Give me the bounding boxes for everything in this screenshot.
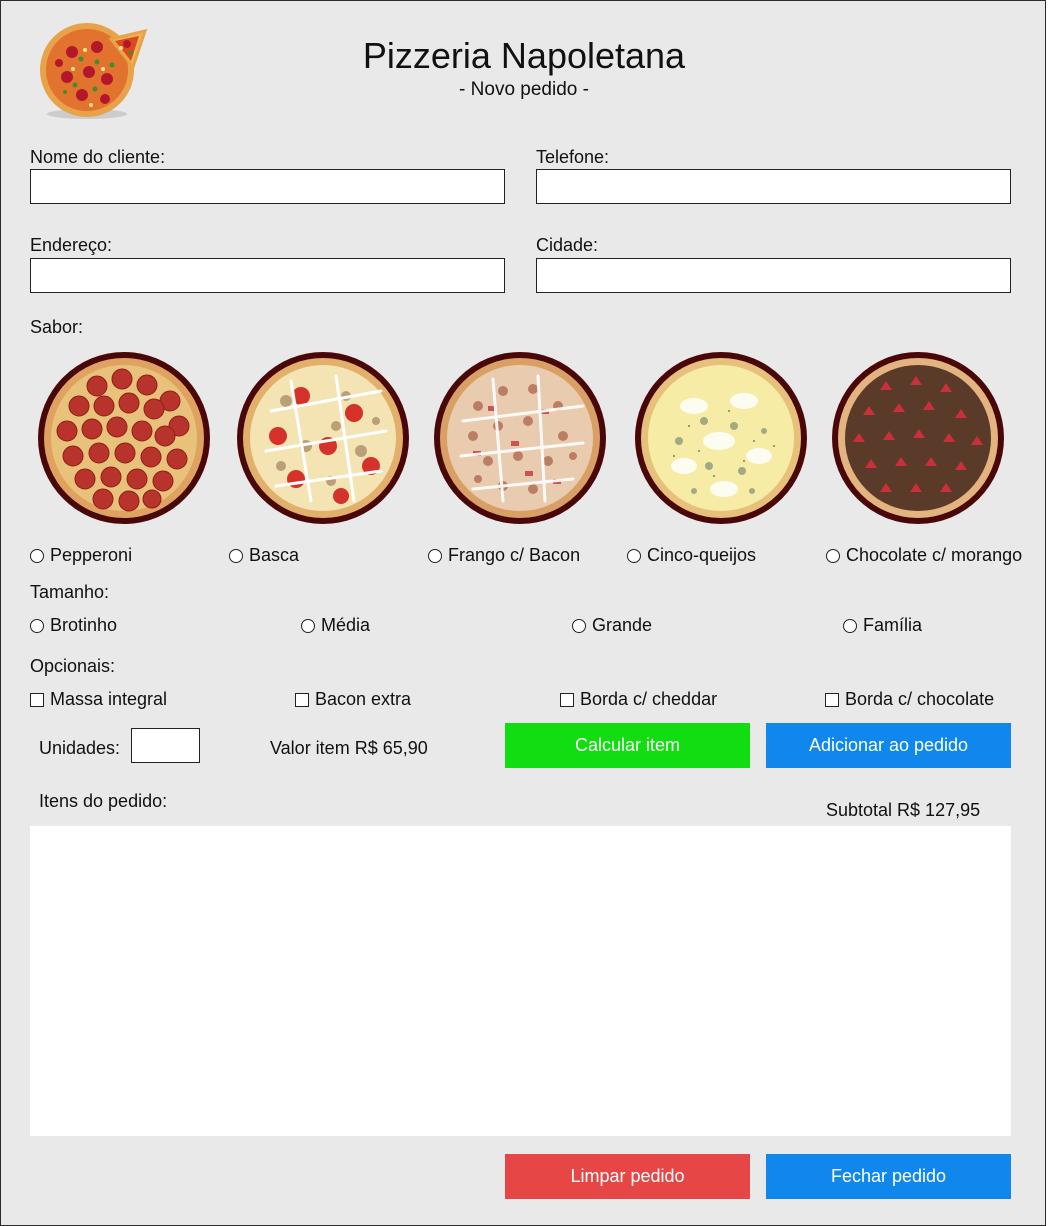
limpar-pedido-button[interactable]: Limpar pedido <box>505 1154 750 1199</box>
pepperoni-pizza-image[interactable] <box>37 351 211 525</box>
radio-circle[interactable] <box>843 618 857 633</box>
radio-label: Chocolate c/ morango <box>846 545 1023 565</box>
cidade-field[interactable] <box>536 258 1011 293</box>
checkbox-massa-integral[interactable]: Massa integral <box>30 689 167 710</box>
radio-sabor-frango-bacon[interactable]: Frango c/ Bacon <box>428 545 580 566</box>
checkbox-borda-cheddar[interactable]: Borda c/ cheddar <box>560 689 717 710</box>
valor-item-text: Valor item R$ 65,90 <box>270 738 428 758</box>
checkbox-label: Borda c/ chocolate <box>845 689 995 709</box>
radio-label: Família <box>863 615 923 635</box>
checkbox-box[interactable] <box>825 692 839 707</box>
calcular-item-button[interactable]: Calcular item <box>505 723 750 768</box>
adicionar-pedido-button[interactable]: Adicionar ao pedido <box>766 723 1011 768</box>
telefone-input[interactable] <box>537 170 1010 203</box>
nome-input[interactable] <box>31 170 504 203</box>
itens-pedido-list[interactable] <box>30 826 1011 1136</box>
page-title: Pizzeria Napoletana <box>362 35 686 76</box>
radio-circle[interactable] <box>301 618 315 633</box>
checkbox-label: Bacon extra <box>315 689 412 709</box>
radio-tamanho-familia[interactable]: Família <box>843 615 922 636</box>
itens-pedido-label: Itens do pedido: <box>39 791 168 811</box>
checkbox-label: Borda c/ cheddar <box>580 689 718 709</box>
radio-circle[interactable] <box>229 548 243 563</box>
nome-label: Nome do cliente: <box>30 147 166 167</box>
radio-label: Frango c/ Bacon <box>448 545 581 565</box>
cinco-queijos-pizza-image[interactable] <box>634 351 808 525</box>
nome-field[interactable] <box>30 169 505 204</box>
radio-circle[interactable] <box>30 618 44 633</box>
telefone-field[interactable] <box>536 169 1011 204</box>
radio-sabor-pepperoni[interactable]: Pepperoni <box>30 545 132 566</box>
unidades-input[interactable] <box>132 729 199 762</box>
checkbox-borda-chocolate[interactable]: Borda c/ chocolate <box>825 689 994 710</box>
radio-sabor-basca[interactable]: Basca <box>229 545 299 566</box>
tamanho-label: Tamanho: <box>30 582 110 602</box>
radio-sabor-chocolate-morango[interactable]: Chocolate c/ morango <box>826 545 1022 566</box>
endereco-input[interactable] <box>31 259 504 292</box>
telefone-label: Telefone: <box>536 147 610 167</box>
basca-pizza-image[interactable] <box>236 351 410 525</box>
radio-circle[interactable] <box>572 618 586 633</box>
sabor-label: Sabor: <box>30 317 84 337</box>
endereco-field[interactable] <box>30 258 505 293</box>
endereco-label: Endereço: <box>30 235 113 255</box>
radio-tamanho-brotinho[interactable]: Brotinho <box>30 615 117 636</box>
checkbox-box[interactable] <box>560 692 574 707</box>
order-form-window: Pizzeria Napoletana - Novo pedido - Nome… <box>0 0 1046 1226</box>
radio-circle[interactable] <box>30 548 44 563</box>
radio-label: Cinco-queijos <box>647 545 757 565</box>
page-subtitle: - Novo pedido - <box>459 79 589 100</box>
radio-circle[interactable] <box>627 548 641 563</box>
checkbox-box[interactable] <box>295 692 309 707</box>
fechar-pedido-button[interactable]: Fechar pedido <box>766 1154 1011 1199</box>
unidades-label: Unidades: <box>39 738 121 758</box>
chocolate-morango-pizza-image[interactable] <box>831 351 1005 525</box>
radio-label: Pepperoni <box>50 545 133 565</box>
radio-tamanho-media[interactable]: Média <box>301 615 370 636</box>
radio-tamanho-grande[interactable]: Grande <box>572 615 652 636</box>
radio-label: Brotinho <box>50 615 118 635</box>
cidade-label: Cidade: <box>536 235 599 255</box>
radio-circle[interactable] <box>428 548 442 563</box>
subtotal-text: Subtotal R$ 127,95 <box>826 800 981 820</box>
checkbox-bacon-extra[interactable]: Bacon extra <box>295 689 411 710</box>
radio-label: Média <box>321 615 371 635</box>
radio-sabor-cinco-queijos[interactable]: Cinco-queijos <box>627 545 756 566</box>
checkbox-label: Massa integral <box>50 689 168 709</box>
checkbox-box[interactable] <box>30 692 44 707</box>
radio-label: Basca <box>249 545 300 565</box>
frango-bacon-pizza-image[interactable] <box>433 351 607 525</box>
radio-label: Grande <box>592 615 653 635</box>
cidade-input[interactable] <box>537 259 1010 292</box>
opcionais-label: Opcionais: <box>30 656 116 676</box>
radio-circle[interactable] <box>826 548 840 563</box>
unidades-field[interactable] <box>131 728 200 763</box>
